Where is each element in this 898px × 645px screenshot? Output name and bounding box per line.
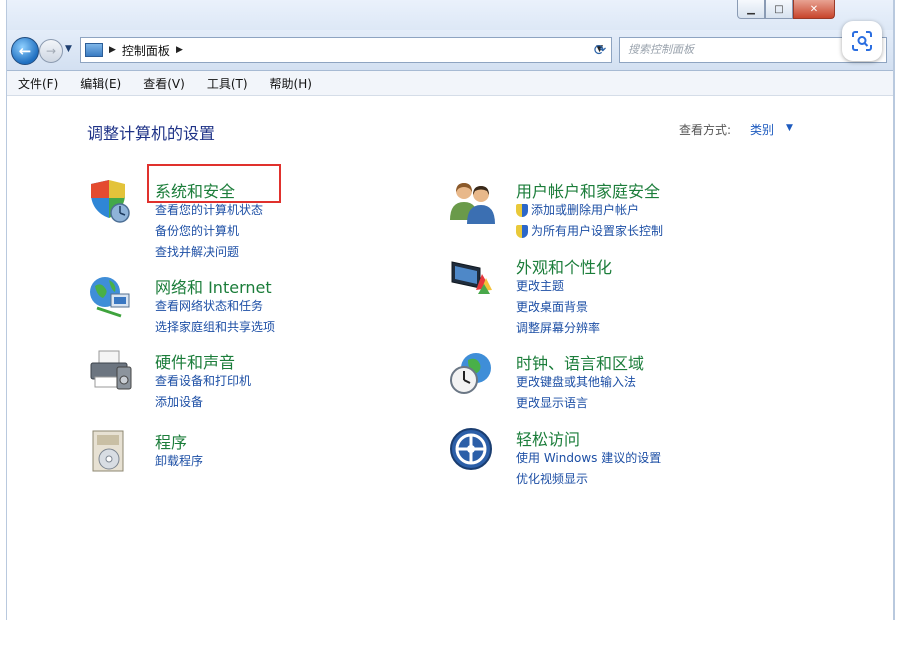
back-button[interactable]: ← (11, 37, 39, 65)
monitor-paint-icon[interactable] (448, 254, 494, 300)
link-homegroup-sharing[interactable]: 选择家庭组和共享选项 (155, 317, 275, 338)
link-view-computer-status[interactable]: 查看您的计算机状态 (155, 200, 263, 221)
category-links: 卸载程序 (155, 451, 203, 472)
link-text[interactable]: 添加或删除用户帐户 (531, 200, 639, 221)
link-text[interactable]: 为所有用户设置家长控制 (531, 221, 663, 242)
menu-bar: 文件(F) 编辑(E) 查看(V) 工具(T) 帮助(H) (7, 71, 893, 96)
chevron-down-icon[interactable]: ▼ (786, 123, 793, 133)
link-change-display-language[interactable]: 更改显示语言 (516, 393, 636, 414)
search-input[interactable] (628, 38, 838, 61)
forward-button[interactable]: → (39, 39, 63, 63)
ease-of-access-icon[interactable] (448, 426, 494, 472)
category-title[interactable]: 硬件和声音 (155, 349, 235, 373)
control-panel-content: 调整计算机的设置 查看方式: 类别 ▼ 系统和安全 查看您的计算机状态 备份您的… (7, 96, 893, 620)
search-box (619, 21, 887, 63)
uac-shield-icon (516, 225, 528, 238)
menu-view[interactable]: 查看(V) (132, 75, 196, 92)
menu-tools[interactable]: 工具(T) (196, 75, 259, 92)
network-globe-icon[interactable] (87, 274, 133, 320)
refresh-icon[interactable]: ⟳ (587, 38, 613, 62)
category-title[interactable]: 轻松访问 (516, 426, 580, 450)
link-parental-controls[interactable]: 为所有用户设置家长控制 (516, 221, 663, 242)
link-change-background[interactable]: 更改桌面背景 (516, 297, 600, 318)
control-panel-window: ▁ □ ✕ ← → ▼ ▶ 控制面板 ▶ ▼ ⟳ 文 (6, 0, 895, 620)
link-backup-computer[interactable]: 备份您的计算机 (155, 221, 263, 242)
category-title[interactable]: 程序 (155, 429, 187, 453)
breadcrumb-chevron-icon[interactable]: ▶ (109, 45, 116, 55)
menu-file[interactable]: 文件(F) (7, 75, 69, 92)
link-uninstall-program[interactable]: 卸载程序 (155, 451, 203, 472)
menu-edit[interactable]: 编辑(E) (69, 75, 132, 92)
navigation-bar: ← → ▼ ▶ 控制面板 ▶ ▼ ⟳ (7, 21, 893, 71)
programs-icon[interactable] (87, 429, 133, 475)
screen-capture-icon[interactable] (842, 21, 882, 61)
category-links: 查看设备和打印机 添加设备 (155, 371, 251, 413)
printer-icon[interactable] (87, 349, 133, 395)
breadcrumb-control-panel[interactable]: 控制面板 (122, 42, 170, 59)
view-by-label: 查看方式: (679, 123, 732, 137)
category-title[interactable]: 网络和 Internet (155, 274, 272, 298)
highlight-box (147, 164, 281, 203)
link-recommended-settings[interactable]: 使用 Windows 建议的设置 (516, 448, 661, 469)
minimize-button[interactable]: ▁ (737, 0, 765, 19)
category-links: 更改主题 更改桌面背景 调整屏幕分辨率 (516, 276, 600, 339)
breadcrumb-chevron-icon[interactable]: ▶ (176, 45, 183, 55)
link-change-keyboard[interactable]: 更改键盘或其他输入法 (516, 372, 636, 393)
view-by-dropdown[interactable]: 类别 (750, 121, 774, 138)
recent-pages-dropdown-icon[interactable]: ▼ (65, 44, 72, 54)
link-add-remove-accounts[interactable]: 添加或删除用户帐户 (516, 200, 663, 221)
title-bar: ▁ □ ✕ (7, 0, 893, 30)
link-change-theme[interactable]: 更改主题 (516, 276, 600, 297)
uac-shield-icon (516, 204, 528, 217)
category-links: 使用 Windows 建议的设置 优化视频显示 (516, 448, 661, 490)
category-title[interactable]: 用户帐户和家庭安全 (516, 178, 660, 202)
link-add-device[interactable]: 添加设备 (155, 392, 251, 413)
control-panel-icon (85, 43, 103, 57)
close-button[interactable]: ✕ (793, 0, 835, 19)
address-bar[interactable]: ▶ 控制面板 ▶ ▼ (80, 37, 612, 63)
page-title: 调整计算机的设置 (87, 124, 216, 143)
link-optimize-video[interactable]: 优化视频显示 (516, 469, 661, 490)
link-devices-printers[interactable]: 查看设备和打印机 (155, 371, 251, 392)
link-troubleshoot[interactable]: 查找并解决问题 (155, 242, 263, 263)
category-links: 添加或删除用户帐户 为所有用户设置家长控制 (516, 200, 663, 242)
category-links: 查看网络状态和任务 选择家庭组和共享选项 (155, 296, 275, 338)
maximize-button[interactable]: □ (765, 0, 793, 19)
category-links: 查看您的计算机状态 备份您的计算机 查找并解决问题 (155, 200, 263, 263)
category-title[interactable]: 时钟、语言和区域 (516, 350, 644, 374)
menu-help[interactable]: 帮助(H) (259, 75, 323, 92)
link-network-status[interactable]: 查看网络状态和任务 (155, 296, 275, 317)
users-icon[interactable] (448, 178, 495, 224)
category-title[interactable]: 外观和个性化 (516, 254, 612, 278)
category-links: 更改键盘或其他输入法 更改显示语言 (516, 372, 636, 414)
clock-globe-icon[interactable] (448, 350, 494, 396)
shield-icon[interactable] (87, 178, 133, 224)
link-screen-resolution[interactable]: 调整屏幕分辨率 (516, 318, 600, 339)
caption-buttons: ▁ □ ✕ (737, 0, 835, 19)
